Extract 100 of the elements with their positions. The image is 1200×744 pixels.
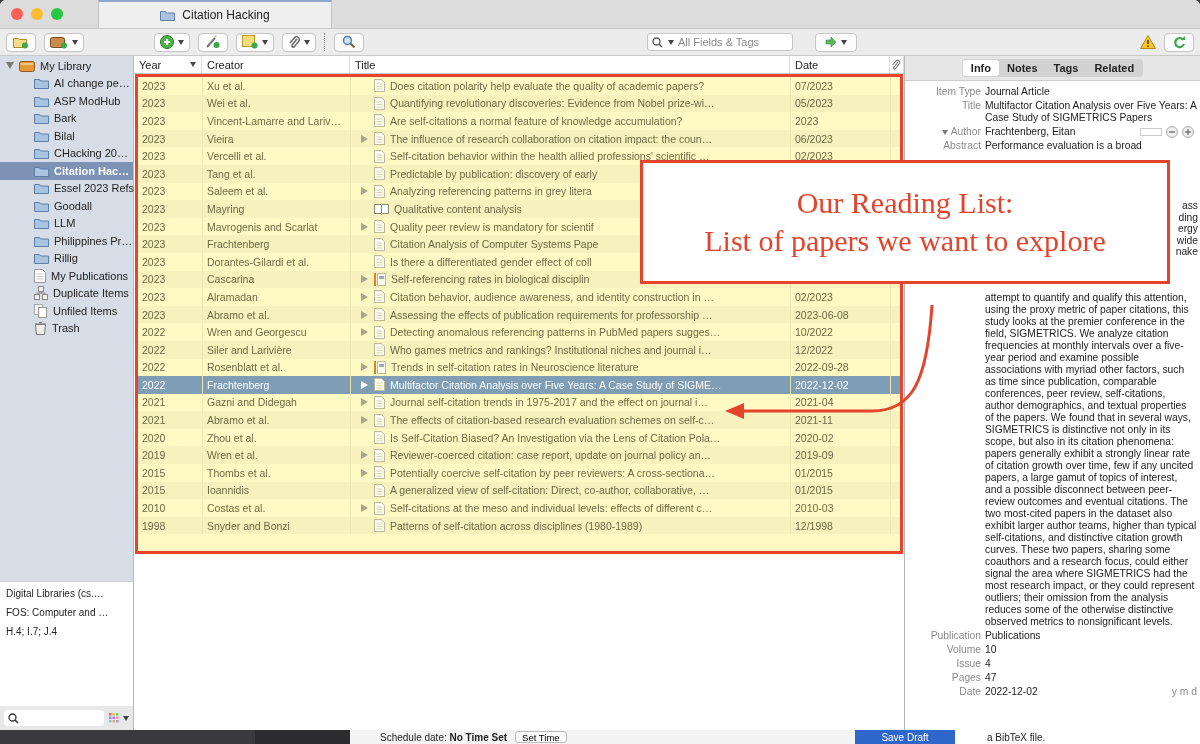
abstract-fragment: ergy — [1177, 223, 1198, 235]
set-time-button[interactable]: Set Time — [515, 731, 567, 743]
item-row[interactable]: 2023 Vincent-Lamarre and Lariv… Are self-citations a normal feature of knowledge accumulation? 2023 — [138, 112, 900, 130]
tag-filter-field[interactable] — [4, 710, 104, 726]
collection-item[interactable]: My Publications — [0, 267, 133, 285]
column-header[interactable]: Creator — [202, 56, 350, 73]
box-plus-icon — [50, 35, 68, 49]
table-cell: 07/2023 — [795, 79, 833, 92]
new-item-button[interactable] — [154, 32, 190, 52]
pane-tab[interactable]: Tags — [1045, 60, 1087, 76]
field-value[interactable]: 4 — [985, 658, 1200, 670]
pane-tab[interactable]: Info — [962, 60, 999, 76]
trash-icon — [34, 321, 47, 336]
pane-tab[interactable]: Related — [1086, 60, 1143, 76]
search-icon — [652, 36, 664, 48]
paperclip-icon — [891, 59, 901, 70]
minus-icon[interactable] — [1166, 126, 1178, 138]
item-row[interactable]: 1998 Snyder and Bonzi Patterns of self-citation across disciplines (1980-1989) 12/1998 — [138, 516, 900, 535]
table-cell: Quantifying revolutionary discoveries: Evidence from Nobel prize-wi… — [390, 97, 715, 110]
column-header[interactable]: Year — [134, 56, 202, 73]
plus-icon[interactable] — [1182, 126, 1194, 138]
minimize-button[interactable] — [31, 8, 43, 20]
collection-item[interactable]: Essel 2023 Refs — [0, 179, 133, 197]
document-icon — [374, 325, 385, 339]
item-row[interactable]: 2019 Wren et al. Reviewer-coerced citation: case report, update on journal policy an… 2019-09 — [138, 446, 900, 465]
search-input[interactable]: All Fields & Tags — [678, 36, 778, 48]
close-button[interactable] — [11, 8, 23, 20]
new-note-button[interactable] — [236, 32, 274, 52]
pane-tab[interactable]: Notes — [999, 60, 1046, 76]
field-label: Pages — [950, 672, 981, 684]
table-cell: 2023 — [138, 164, 203, 183]
new-collection-button[interactable] — [6, 32, 36, 52]
column-header[interactable]: Date — [790, 56, 890, 73]
abstract-text[interactable]: Performance evaluation is a broad — [985, 140, 1200, 152]
search-icon — [342, 35, 356, 49]
collection-item[interactable]: My Library — [0, 57, 133, 75]
table-cell: Multifactor Citation Analysis over Five Years: A Case Study of SIGME… — [390, 378, 722, 391]
field-value[interactable]: Journal Article — [985, 86, 1200, 98]
collection-item[interactable]: Philippines Pr… — [0, 232, 133, 250]
item-row[interactable]: 2023 Xu et al. Does citation polarity help evaluate the quality of academic papers? 07/2023 — [138, 77, 900, 95]
collection-item[interactable]: AI change pe… — [0, 74, 133, 92]
item-row[interactable]: 2015 Ioannidis A generalized view of self-citation: Direct, co-author, collaborative, … 01/2015 — [138, 481, 900, 500]
tag[interactable]: H.4; I.7; J.4 — [6, 626, 127, 637]
document-icon — [374, 378, 385, 392]
collection-item[interactable]: Unfiled Items — [0, 302, 133, 320]
tag[interactable]: FOS: Computer and … — [6, 607, 127, 618]
table-cell: Self-referencing rates in biological disciplin — [391, 273, 590, 286]
folder-icon — [34, 112, 49, 125]
collection-item[interactable]: LLM — [0, 214, 133, 232]
zoom-button[interactable] — [51, 8, 63, 20]
document-icon — [374, 501, 385, 515]
table-cell: Abramo et al. — [203, 305, 351, 324]
expand-icon[interactable] — [360, 310, 368, 319]
field-value[interactable]: Frachtenberg, Eitan — [985, 126, 1136, 138]
field-value[interactable]: 47 — [985, 672, 1200, 684]
tag[interactable]: Digital Libraries (cs.… — [6, 588, 127, 599]
field-value[interactable]: 10 — [985, 644, 1200, 656]
collection-item[interactable]: CHacking 20… — [0, 144, 133, 162]
search-button[interactable] — [334, 32, 364, 52]
collection-item[interactable]: Bilal — [0, 127, 133, 145]
field-value[interactable]: 2022-12-02 — [985, 686, 1041, 698]
expand-icon[interactable] — [360, 451, 368, 460]
table-cell: 06/2023 — [795, 132, 833, 145]
attachment-button[interactable] — [282, 32, 316, 52]
expand-icon[interactable] — [360, 134, 368, 143]
field-value[interactable]: Publications — [985, 630, 1200, 642]
sync-button[interactable] — [1164, 32, 1194, 52]
collection-item[interactable]: Bark — [0, 109, 133, 127]
table-cell: Detecting anomalous referencing patterns in PubMed papers sugges… — [390, 326, 721, 339]
table-cell: 2023 — [138, 270, 203, 289]
document-icon — [374, 132, 385, 146]
item-row[interactable]: 2023 Vieira The influence of research collaboration on citation impact: the coun… 06/2023 — [138, 129, 900, 148]
search-field[interactable]: All Fields & Tags — [647, 33, 793, 51]
collection-item[interactable]: Trash — [0, 319, 133, 337]
table-cell: A generalized view of self-citation: Direct, co-author, collaborative, … — [390, 484, 710, 497]
field-value[interactable]: Multifactor Citation Analysis over Five Years: A Case Study of SIGMETRICS Papers — [985, 100, 1200, 124]
field-label: Title — [960, 100, 981, 113]
window-tab[interactable]: Citation Hacking — [98, 0, 332, 28]
collection-item[interactable]: Rillig — [0, 249, 133, 267]
table-cell: 10/2022 — [795, 326, 833, 339]
table-cell: 2010-03 — [795, 502, 834, 515]
collection-item[interactable]: Duplicate Items — [0, 284, 133, 302]
save-draft-button[interactable]: Save Draft — [855, 730, 955, 744]
expand-icon[interactable] — [360, 275, 368, 284]
locate-button[interactable] — [815, 32, 857, 52]
new-library-button[interactable] — [44, 32, 84, 52]
folder-icon — [34, 164, 49, 177]
column-header[interactable]: Title — [350, 56, 790, 73]
item-row[interactable]: 2021 Abramo et al. The effects of citation-based research evaluation schemes on self-c… 2021-11 — [138, 411, 900, 429]
collection-item[interactable]: ASP ModHub — [0, 92, 133, 110]
item-row[interactable]: 2022 Siler and Larivière Who games metrics and rankings? Institutional niches and journal i… 12/2022 — [138, 340, 900, 359]
item-row[interactable]: 2023 Abramo et al. Assessing the effects of publication requirements for professorship … 2023-06-08 — [138, 305, 900, 324]
collection-item[interactable]: Goodall — [0, 197, 133, 215]
abstract-text[interactable]: attempt to quantify and qualify this attention, using the proxy metric of paper citations, this study looks at the premier conference in the field, SIGMETRICS. We analyze citation frequencies at monthly intervals over a five-year period and examine possible associations with myriad other factors, such as time since publication, comparable conferences, peer review, self-citations, author demographics, and textual properties of the papers. We found that in several ways, SIGMETRICS is distinctive not only in its scope, but also in its citation phenomena: papers generally exhibit a strongly linear rate of citation growth over time, few if any uncited papers, a large gamut of topics of interest, and a possible disconnect between peer-review outcomes and eventual citations. The two most-cited papers in the dataset also exhibit larger author teams, higher than typical self-citations, and distinctive citation growth curves. These two papers, sharing some coauthors and a research focus, could either signal the area where SIGMETRICS had the most research impact, or they could represent outliers; their omission from the analysis reduces some of the otherwise distinctive observed metrics to nonsignificant levels. — [985, 292, 1200, 628]
add-by-identifier-button[interactable] — [198, 32, 228, 52]
warning-icon[interactable] — [1140, 35, 1156, 49]
name-format-icon[interactable] — [1140, 128, 1162, 136]
item-row[interactable]: 2023 Wei et al. Quantifying revolutionary discoveries: Evidence from Nobel prize-wi… 05/2023 — [138, 94, 900, 113]
table-cell: 05/2023 — [795, 97, 833, 110]
expand-icon[interactable] — [360, 416, 368, 425]
